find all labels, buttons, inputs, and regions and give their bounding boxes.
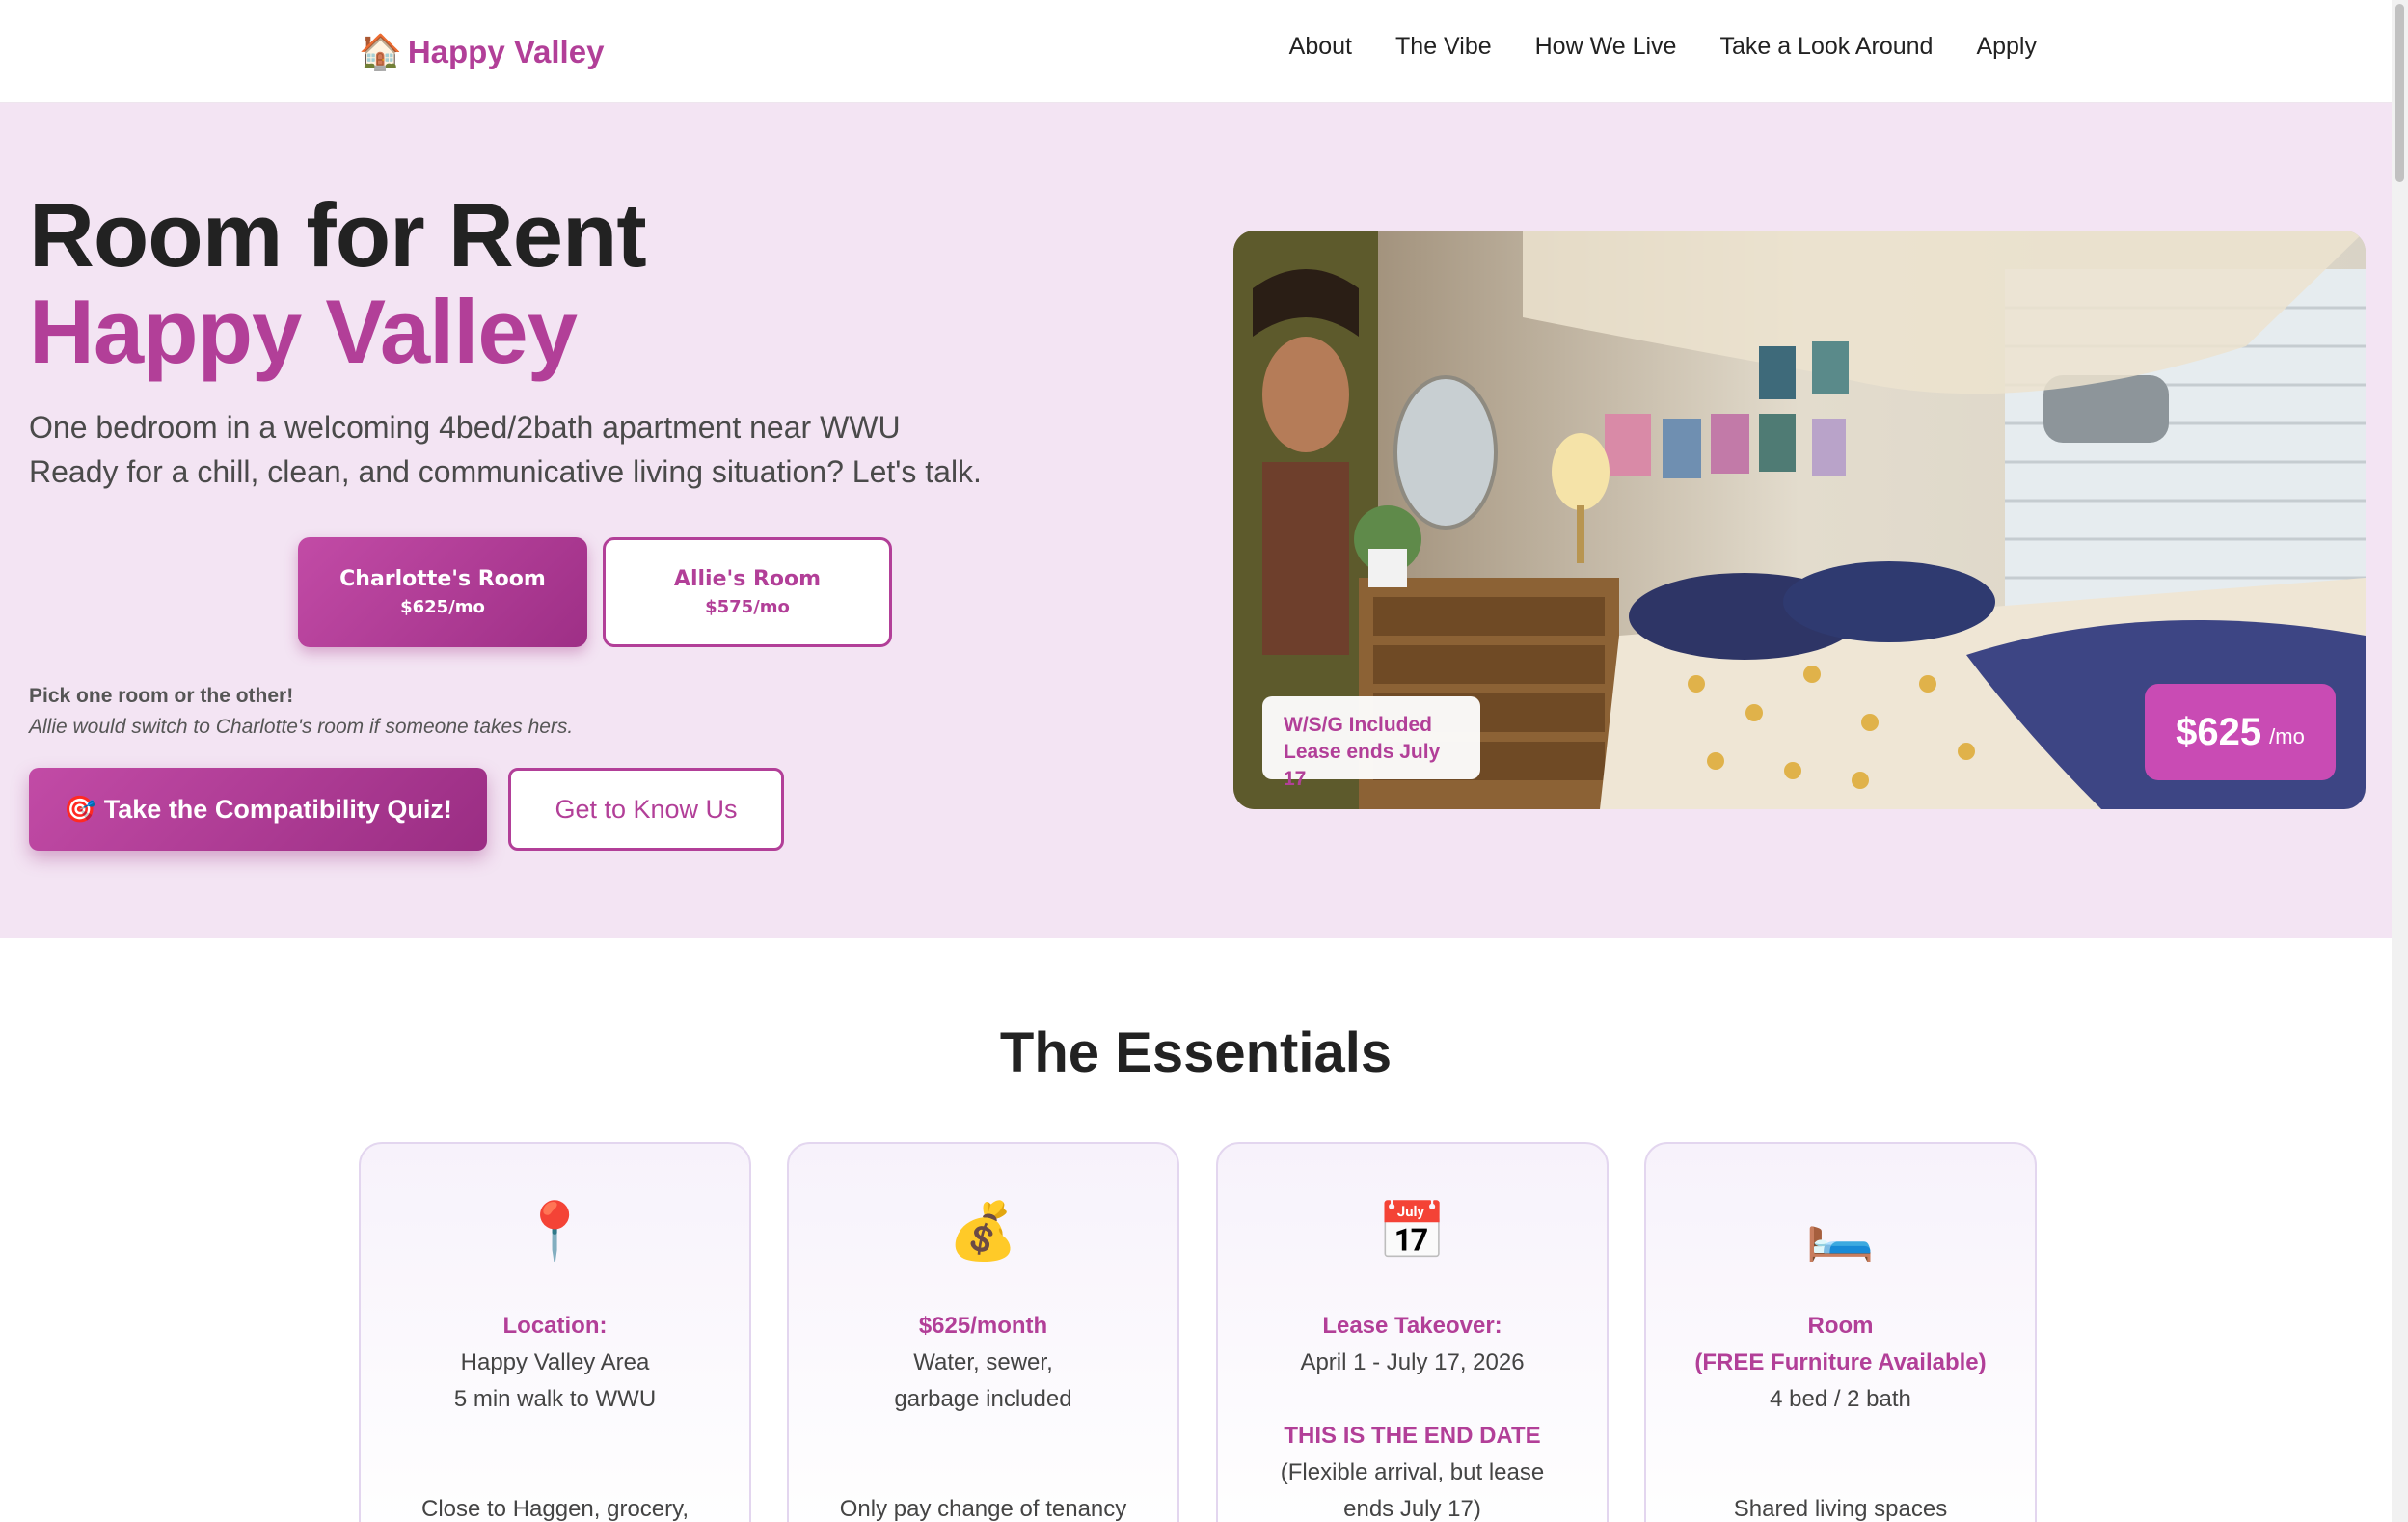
card-title: $625/month [918, 1313, 1048, 1339]
card-foot: Shared living spaces [1733, 1496, 1948, 1522]
card-line: 4 bed / 2 bath [1770, 1386, 1911, 1412]
photo-tag: W/S/G Included Lease ends July 17 [1262, 696, 1480, 790]
price-badge: $625 /mo [2145, 684, 2336, 780]
card-foot: Close to Haggen, grocery, [420, 1496, 690, 1522]
logo[interactable]: 🏠 Happy Valley [359, 29, 604, 75]
top-nav: 🏠 Happy Valley About The Vibe How We Liv… [0, 0, 2392, 103]
card-line: garbage included [894, 1386, 1072, 1412]
pick-note: Pick one room or the other! [29, 685, 294, 707]
card-line: ends July 17) [1343, 1496, 1481, 1522]
room-price: $625/mo [400, 597, 485, 617]
card-body: Location: Happy Valley Area 5 min walk t… [370, 1308, 740, 1522]
nav-link-vibe[interactable]: The Vibe [1395, 33, 1492, 61]
price-amount: $625 [2176, 710, 2262, 753]
bed-icon: 🛏️ [1805, 1200, 1876, 1263]
card-title: Lease Takeover: [1322, 1313, 1502, 1339]
room-price: $575/mo [705, 597, 790, 617]
hero-desc-line2: Ready for a chill, clean, and communicat… [29, 454, 982, 489]
quiz-label: Take the Compatibility Quiz! [103, 794, 452, 824]
nav-links: About The Vibe How We Live Take a Look A… [1289, 33, 2037, 61]
tag-line1: W/S/G Included [1284, 714, 1433, 736]
room-name: Charlotte's Room [339, 567, 546, 591]
nav-link-about[interactable]: About [1289, 33, 1352, 61]
card-line: April 1 - July 17, 2026 [1300, 1349, 1525, 1375]
hero-subtitle: Happy Valley [29, 281, 578, 382]
get-to-know-us-button[interactable]: Get to Know Us [508, 768, 784, 851]
house-icon: 🏠 [359, 32, 402, 71]
logo-text: Happy Valley [407, 34, 605, 69]
hero-section: Room for Rent Happy Valley One bedroom i… [0, 103, 2392, 938]
card-body: Lease Takeover: April 1 - July 17, 2026 … [1228, 1308, 1597, 1522]
compatibility-quiz-button[interactable]: 🎯 Take the Compatibility Quiz! [29, 768, 487, 851]
money-bag-icon: 💰 [948, 1200, 1018, 1263]
card-line: Water, sewer, [913, 1349, 1053, 1375]
hero-description: One bedroom in a welcoming 4bed/2bath ap… [29, 405, 1070, 494]
card-foot: Only pay change of tenancy [839, 1496, 1127, 1522]
room-button-charlotte[interactable]: Charlotte's Room $625/mo [298, 537, 587, 647]
pin-icon: 📍 [520, 1200, 590, 1263]
room-name: Allie's Room [673, 567, 822, 591]
calendar-icon: 📅 [1377, 1200, 1448, 1263]
scrollbar[interactable] [2392, 0, 2408, 1522]
target-icon: 🎯 [64, 795, 96, 824]
card-body: $625/month Water, sewer, garbage include… [798, 1308, 1168, 1522]
card-emphasis: THIS IS THE END DATE [1284, 1423, 1541, 1449]
card-title: Room [1807, 1313, 1874, 1339]
card-line: Happy Valley Area [460, 1349, 650, 1375]
essentials-card-price: 💰 $625/month Water, sewer, garbage inclu… [787, 1142, 1179, 1522]
pick-subnote: Allie would switch to Charlotte's room i… [29, 716, 574, 738]
hero-desc-line1: One bedroom in a welcoming 4bed/2bath ap… [29, 410, 901, 445]
essentials-card-room: 🛏️ Room (FREE Furniture Available) 4 bed… [1644, 1142, 2037, 1522]
card-title-sub: (FREE Furniture Available) [1694, 1349, 1987, 1375]
card-body: Room (FREE Furniture Available) 4 bed / … [1656, 1308, 2025, 1522]
nav-link-look-around[interactable]: Take a Look Around [1719, 33, 1933, 61]
room-button-allie[interactable]: Allie's Room $575/mo [603, 537, 892, 647]
card-line: 5 min walk to WWU [453, 1386, 657, 1412]
card-title: Location: [502, 1313, 608, 1339]
hero-title: Room for Rent [29, 184, 647, 285]
price-period: /mo [2269, 724, 2305, 748]
room-photo: W/S/G Included Lease ends July 17 $625 /… [1233, 231, 2366, 809]
essentials-card-location: 📍 Location: Happy Valley Area 5 min walk… [359, 1142, 751, 1522]
essentials-card-lease: 📅 Lease Takeover: April 1 - July 17, 202… [1216, 1142, 1609, 1522]
nav-link-how-we-live[interactable]: How We Live [1535, 33, 1677, 61]
essentials-title: The Essentials [999, 1021, 1393, 1084]
card-line: (Flexible arrival, but lease [1280, 1459, 1545, 1485]
tag-line2: Lease ends July 17 [1284, 741, 1441, 790]
scrollbar-thumb[interactable] [2395, 4, 2404, 182]
nav-link-apply[interactable]: Apply [1976, 33, 2037, 61]
